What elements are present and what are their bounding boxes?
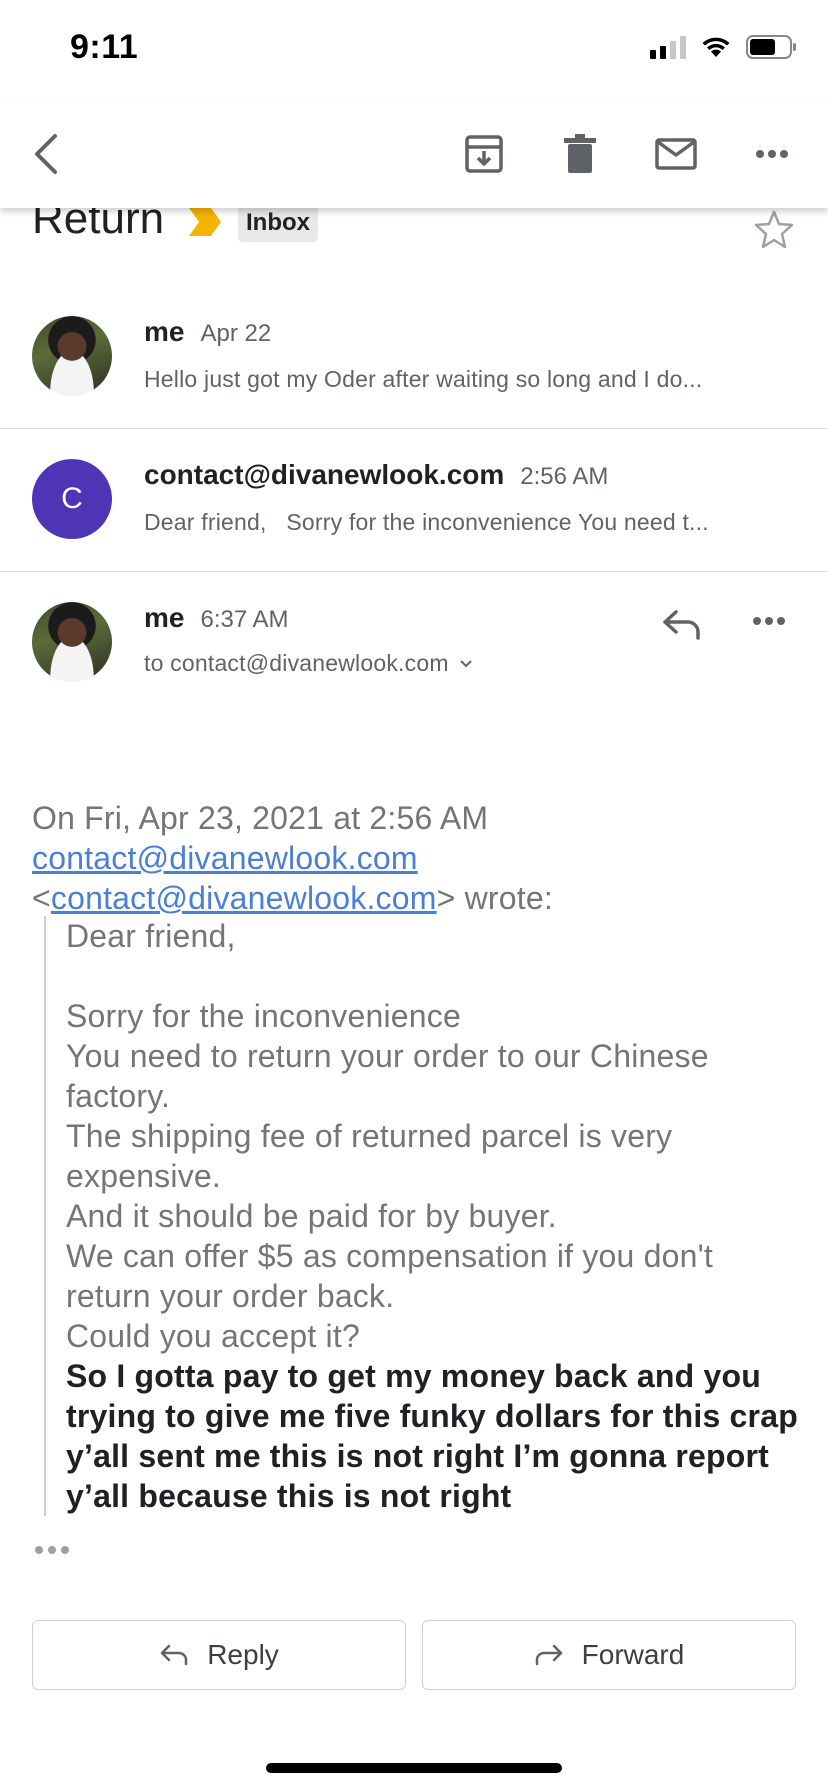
- more-options-button[interactable]: [746, 128, 798, 180]
- archive-icon: [465, 135, 503, 173]
- back-button[interactable]: [20, 128, 72, 180]
- chevron-down-icon: [459, 659, 472, 667]
- forward-icon: [535, 1644, 562, 1666]
- quote-line: Could you accept it?: [66, 1318, 360, 1354]
- forward-button[interactable]: Forward: [422, 1620, 796, 1690]
- thread-message-collapsed[interactable]: C contact@divanewlook.com 2:56 AM Dear fr…: [0, 429, 828, 572]
- thread-message-collapsed[interactable]: me Apr 22 Hello just got my Oder after wa…: [0, 286, 828, 429]
- quote-line: You need to return your order to our Chi…: [66, 1038, 709, 1114]
- quote-line: The shipping fee of returned parcel is v…: [66, 1118, 673, 1194]
- status-time: 9:11: [70, 28, 139, 66]
- chevron-left-icon: [35, 134, 57, 174]
- recipient-text: to contact@divanewlook.com: [144, 650, 449, 676]
- mark-unread-button[interactable]: [650, 128, 702, 180]
- message-snippet: Hello just got my Oder after waiting so …: [144, 366, 703, 392]
- message-time: Apr 22: [200, 320, 272, 347]
- bracket-open: <: [32, 880, 51, 916]
- quote-line: Sorry for the inconvenience: [66, 998, 461, 1034]
- email-link[interactable]: contact@divanewlook.com: [51, 880, 437, 916]
- reply-text: So I gotta pay to get my money back and …: [66, 1358, 798, 1514]
- avatar: [32, 602, 112, 682]
- reply-icon[interactable]: [662, 608, 702, 642]
- delete-button[interactable]: [554, 128, 606, 180]
- status-bar: 9:11: [0, 0, 828, 100]
- avatar: [32, 316, 112, 396]
- reply-icon: [160, 1644, 188, 1666]
- sender-name: me 6:37 AM: [144, 602, 289, 633]
- message-body: On Fri, Apr 23, 2021 at 2:56 AM contact@…: [32, 798, 802, 918]
- home-indicator[interactable]: [266, 1763, 562, 1773]
- show-trimmed-content-icon[interactable]: [34, 1544, 70, 1556]
- sender-name: me Apr 22: [144, 316, 272, 347]
- message-toolbar: [0, 100, 828, 208]
- star-icon[interactable]: [754, 210, 794, 248]
- quote-line: And it should be paid for by buyer.: [66, 1198, 557, 1234]
- wifi-icon: [700, 35, 732, 59]
- quote-line: We can offer $5 as compensation if you d…: [66, 1238, 714, 1314]
- reply-label: Reply: [207, 1639, 279, 1670]
- cellular-signal-icon: [650, 35, 686, 59]
- email-link[interactable]: contact@divanewlook.com: [32, 840, 418, 876]
- forward-label: Forward: [581, 1639, 685, 1670]
- quote-attribution: On Fri, Apr 23, 2021 at 2:56 AM: [32, 800, 489, 836]
- message-time: 2:56 AM: [520, 463, 609, 490]
- reply-button[interactable]: Reply: [32, 1620, 406, 1690]
- quote-line: Dear friend,: [66, 918, 236, 954]
- wrote-text: > wrote:: [436, 880, 553, 916]
- trash-icon: [564, 134, 596, 173]
- more-horizontal-icon: [756, 150, 788, 158]
- message-time: 6:37 AM: [200, 606, 289, 633]
- message-snippet: Dear friend, Sorry for the inconvenience…: [144, 509, 709, 535]
- status-icons: [650, 34, 798, 60]
- importance-marker-icon: [189, 208, 221, 236]
- inbox-label-chip[interactable]: Inbox: [238, 204, 318, 242]
- sender-name: contact@divanewlook.com 2:56 AM: [144, 459, 609, 490]
- battery-icon: [746, 34, 798, 60]
- quoted-text-block: Dear friend, Sorry for the inconvenience…: [44, 916, 804, 1516]
- mail-icon: [655, 138, 697, 170]
- expanded-message-header: me 6:37 AM to contact@divanewlook.com: [0, 572, 828, 702]
- more-horizontal-icon[interactable]: [752, 616, 786, 626]
- subject-row: Return Inbox: [0, 194, 828, 270]
- avatar: C: [32, 459, 112, 539]
- recipient-details[interactable]: to contact@divanewlook.com: [144, 650, 473, 677]
- archive-button[interactable]: [458, 128, 510, 180]
